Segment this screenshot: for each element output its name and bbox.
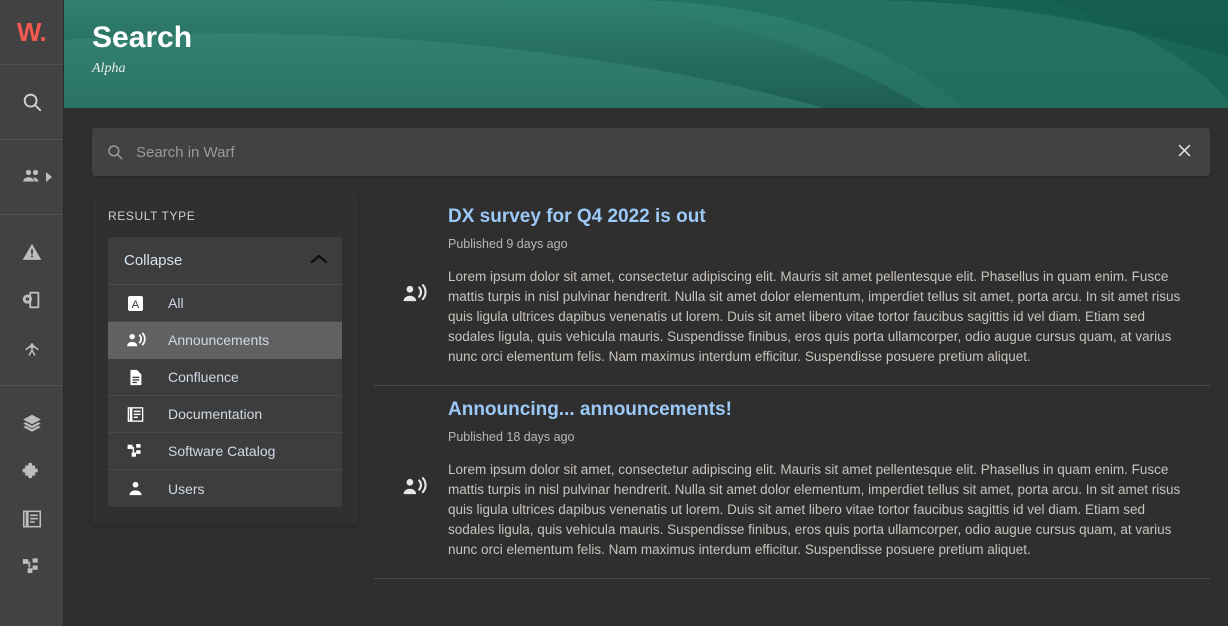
- catalog-tree-icon: [124, 442, 146, 461]
- announcement-icon: [124, 330, 146, 351]
- chevron-right-icon[interactable]: [45, 171, 54, 183]
- close-icon: [1176, 142, 1193, 162]
- filter-section-label: RESULT TYPE: [108, 209, 196, 223]
- sidebar-item-documentation[interactable]: [0, 495, 63, 543]
- filter-option-confluence[interactable]: Confluence: [108, 359, 342, 396]
- collapse-toggle[interactable]: Collapse: [108, 237, 342, 285]
- announcement-icon: [401, 474, 427, 505]
- result-title-link[interactable]: DX survey for Q4 2022 is out: [448, 205, 1188, 229]
- layers-icon: [21, 412, 43, 434]
- sidebar-item-broadcast[interactable]: [0, 324, 63, 372]
- result-meta: Published 9 days ago: [448, 237, 568, 251]
- left-sidebar: W.: [0, 0, 64, 626]
- sidebar-item-software-catalog[interactable]: [0, 543, 63, 591]
- collapse-label: Collapse: [124, 252, 183, 269]
- search-box[interactable]: [92, 128, 1210, 176]
- search-results-list: DX survey for Q4 2022 is out Published 9…: [358, 193, 1210, 626]
- page-subtitle: Alpha: [92, 61, 126, 76]
- catalog-tree-icon: [21, 556, 43, 578]
- filter-option-label: Announcements: [168, 332, 270, 348]
- filter-panel: RESULT TYPE Collapse A All Announcements…: [92, 193, 358, 525]
- filter-option-users[interactable]: Users: [108, 470, 342, 507]
- filter-option-label: Software Catalog: [168, 443, 276, 459]
- content-area: RESULT TYPE Collapse A All Announcements…: [64, 176, 1228, 626]
- device-settings-icon: [21, 289, 43, 311]
- search-result-item: Announcing... announcements! Published 1…: [374, 386, 1210, 579]
- filter-option-label: Confluence: [168, 369, 239, 385]
- svg-text:A: A: [131, 298, 139, 310]
- sidebar-item-devices[interactable]: [0, 276, 63, 324]
- warning-triangle-icon: [21, 241, 43, 263]
- filter-option-software-catalog[interactable]: Software Catalog: [108, 433, 342, 470]
- radar-icon: [21, 337, 43, 359]
- result-meta: Published 18 days ago: [448, 430, 575, 444]
- search-input[interactable]: [136, 143, 1168, 161]
- docs-icon: [21, 508, 43, 530]
- filter-option-documentation[interactable]: Documentation: [108, 396, 342, 433]
- sidebar-item-alerts[interactable]: [0, 228, 63, 276]
- puzzle-icon: [21, 460, 43, 482]
- result-snippet: Lorem ipsum dolor sit amet, consectetur …: [448, 462, 1181, 557]
- filter-option-announcements[interactable]: Announcements: [108, 322, 342, 359]
- search-icon: [106, 143, 124, 161]
- main-area: Search Alpha Search in Warf RESULT TYPE …: [64, 0, 1228, 626]
- sidebar-item-layers[interactable]: [0, 399, 63, 447]
- docs-stack-icon: [124, 405, 146, 424]
- app-root: W. Search Alpha Search in Warf RESULT TY…: [0, 0, 1228, 626]
- sidebar-item-search[interactable]: [0, 78, 63, 126]
- page-banner: Search Alpha: [64, 0, 1228, 108]
- announcement-icon: [401, 281, 427, 312]
- sidebar-item-plugins[interactable]: [0, 447, 63, 495]
- filter-option-label: Users: [168, 480, 205, 497]
- result-title-link[interactable]: Announcing... announcements!: [448, 398, 1188, 422]
- sidebar-item-groups[interactable]: [0, 153, 63, 201]
- person-icon: [124, 479, 146, 498]
- filter-option-label: All: [168, 295, 184, 311]
- page-title: Search: [92, 21, 193, 54]
- banner-text-block: Search Alpha: [64, 0, 1228, 77]
- chevron-up-icon: [310, 252, 328, 270]
- filter-option-label: Documentation: [168, 406, 263, 422]
- document-icon: [124, 368, 146, 387]
- result-type-card: Collapse A All Announcements Confluence …: [108, 237, 342, 507]
- app-logo[interactable]: W.: [0, 0, 63, 64]
- filter-option-all[interactable]: A All: [108, 285, 342, 322]
- search-result-item: DX survey for Q4 2022 is out Published 9…: [374, 193, 1210, 386]
- logo-text: W.: [16, 16, 47, 47]
- clear-search-button[interactable]: [1168, 136, 1200, 168]
- search-icon: [21, 91, 43, 113]
- people-icon: [20, 165, 44, 189]
- search-bar-container: [64, 108, 1228, 176]
- letter-a-icon: A: [124, 294, 146, 313]
- result-snippet: Lorem ipsum dolor sit amet, consectetur …: [448, 269, 1181, 364]
